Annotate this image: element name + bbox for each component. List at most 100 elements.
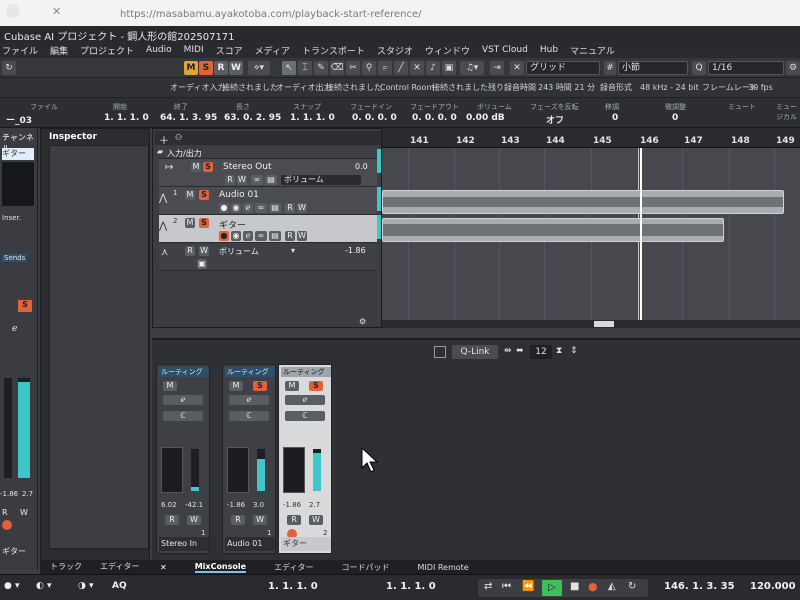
guitar-edit[interactable]: ℯ (243, 231, 253, 241)
info-fade-in-value[interactable]: 0. 0. 0. 0 (352, 113, 397, 123)
sends-label[interactable]: Sends (2, 254, 28, 262)
split-tool-icon[interactable]: ✂ (346, 61, 360, 75)
grid-type-select[interactable]: 小節 (618, 61, 688, 75)
browser-tab-icon[interactable] (6, 4, 20, 18)
channel-read[interactable]: R (287, 515, 301, 525)
info-phase-value[interactable]: オフ (546, 113, 564, 126)
info-length-value[interactable]: 63. 0. 2. 95 (224, 113, 281, 123)
guitar-write[interactable]: W (297, 231, 307, 241)
settings-icon[interactable]: ⚙ (786, 61, 800, 75)
tab-chord-pads[interactable]: コードパッド (342, 562, 390, 573)
chevron-down-icon[interactable]: ▾ (291, 246, 295, 255)
menu-file[interactable]: ファイル (2, 44, 38, 57)
menu-midi[interactable]: MIDI (184, 45, 204, 55)
routing-button[interactable]: ルーティング (159, 367, 209, 377)
tab-track[interactable]: トラック (50, 561, 82, 572)
channel-volume[interactable]: -1.86 (283, 501, 301, 509)
tab-mixconsole[interactable]: MixConsole (194, 562, 247, 573)
right-locator-value[interactable]: 1. 1. 1. 0 (386, 581, 436, 592)
menu-project[interactable]: プロジェクト (80, 44, 134, 57)
channel-pan[interactable]: ℂ (163, 411, 203, 421)
automation-write[interactable]: W (199, 246, 209, 256)
add-track-icon[interactable]: ＋ (159, 132, 169, 147)
audio01-monitor[interactable]: ◉ (231, 203, 241, 213)
link-icon[interactable]: ∞ (251, 175, 263, 185)
insert-label[interactable]: Inser. (2, 214, 21, 222)
audio01-write[interactable]: W (297, 203, 307, 213)
close-lower-zone-icon[interactable]: ✕ (160, 563, 167, 572)
punch-icon[interactable]: ◑ ▾ (78, 581, 94, 591)
play-icon[interactable]: ▷ (542, 580, 562, 596)
info-file-value[interactable]: ー_03 (6, 113, 32, 126)
channel-edit[interactable]: ℯ (285, 395, 325, 405)
track-list-settings-icon[interactable]: ⚙ (359, 317, 366, 326)
left-read-button[interactable]: R (2, 508, 16, 518)
menu-manual[interactable]: マニュアル (570, 44, 615, 57)
snap-icon[interactable]: ✕ (510, 61, 524, 75)
guitar-solo[interactable]: S (199, 218, 209, 228)
guitar-link[interactable]: ∞ (255, 231, 267, 241)
guitar-mute[interactable]: M (185, 218, 195, 228)
channel-step-icon[interactable]: ⬌ (516, 346, 524, 356)
stereo-out-mute[interactable]: M (191, 162, 201, 172)
channel-pan-value[interactable]: -42.1 (185, 501, 203, 509)
channel-fader[interactable] (161, 447, 183, 493)
autoscroll-icon[interactable]: ⇥ (490, 61, 504, 75)
quantize-select[interactable]: 1/16 (708, 61, 784, 75)
erase-tool-icon[interactable]: ⌫ (330, 61, 344, 75)
channel-edit[interactable]: ℯ (163, 395, 203, 405)
channel-pan-value[interactable]: 3.0 (253, 501, 264, 509)
track-stereo-out[interactable]: ↦ M S Stereo Out 0.0 R W ∞ ▤ ボリューム (159, 159, 377, 187)
info-finetune-value[interactable]: 0 (672, 113, 678, 123)
folder-track[interactable]: ▰ 入力/出力 (157, 147, 377, 159)
glue-tool-icon[interactable]: ⚲ (362, 61, 376, 75)
audio01-link[interactable]: ∞ (255, 203, 267, 213)
expand-icon[interactable]: ⇕ (570, 346, 578, 356)
menu-window[interactable]: ウィンドウ (425, 44, 470, 57)
guitar-monitor[interactable]: ◉ (231, 231, 241, 241)
info-end-value[interactable]: 64. 1. 3. 95 (160, 113, 217, 123)
record-mode-icon[interactable]: ● ▾ (4, 581, 20, 591)
channel-mute[interactable]: M (285, 381, 299, 391)
menu-audio[interactable]: Audio (146, 45, 172, 55)
rewind-icon[interactable]: ⏪ (522, 581, 534, 592)
stop-icon[interactable]: ■ (570, 581, 579, 592)
automation-value[interactable]: -1.86 (345, 246, 366, 255)
menu-media[interactable]: メディア (255, 44, 290, 57)
automation-param[interactable]: ボリューム (219, 246, 259, 257)
metronome-icon[interactable]: ◭ (608, 581, 616, 592)
record-icon[interactable]: ● (588, 580, 598, 593)
automation-lanes-icon[interactable]: ▣ (197, 259, 207, 269)
left-solo-button[interactable]: S (18, 300, 32, 312)
loop-icon[interactable]: ↻ (2, 61, 16, 75)
channel-fader[interactable] (227, 447, 249, 493)
left-record-icon[interactable] (2, 520, 12, 530)
automation-param-select[interactable]: ボリューム (281, 175, 361, 185)
automation-read[interactable]: R (185, 246, 195, 256)
snap-type-select[interactable]: グリッド (526, 61, 600, 75)
info-volume-value[interactable]: 0.00 dB (466, 113, 505, 123)
audio01-mute[interactable]: M (185, 190, 195, 200)
channel-pan[interactable]: ℂ (229, 411, 269, 421)
range-tool-icon[interactable]: ⌶ (298, 61, 312, 75)
menu-vst-cloud[interactable]: VST Cloud (482, 45, 528, 55)
channel-edit[interactable]: ℯ (229, 395, 269, 405)
quantize-icon[interactable]: Q (692, 61, 706, 75)
channel-write[interactable]: W (187, 515, 201, 525)
stereo-out-value[interactable]: 0.0 (355, 162, 368, 171)
audio01-edit[interactable]: ℯ (243, 203, 253, 213)
routing-button[interactable]: ルーティング (225, 367, 275, 377)
channel-solo[interactable]: S (309, 381, 323, 391)
mute-tool-icon[interactable]: ✕ (410, 61, 424, 75)
left-locator-value[interactable]: 1. 1. 1. 0 (268, 581, 318, 592)
channel-pan-value[interactable]: 2.7 (309, 501, 320, 509)
automation-track[interactable]: ⋏ R W ボリューム ▾ -1.86 ▣ (159, 243, 377, 271)
playhead[interactable] (640, 148, 642, 328)
stereo-out-write[interactable]: W (237, 175, 247, 185)
guitar-read[interactable]: R (285, 231, 295, 241)
pointer-tool-icon[interactable]: ↖ (282, 61, 296, 75)
channel-mute[interactable]: M (229, 381, 243, 391)
audio01-lanes[interactable]: ▤ (269, 203, 281, 213)
close-icon[interactable]: ✕ (52, 5, 61, 18)
tempo-display[interactable]: 120.000 (750, 581, 796, 592)
